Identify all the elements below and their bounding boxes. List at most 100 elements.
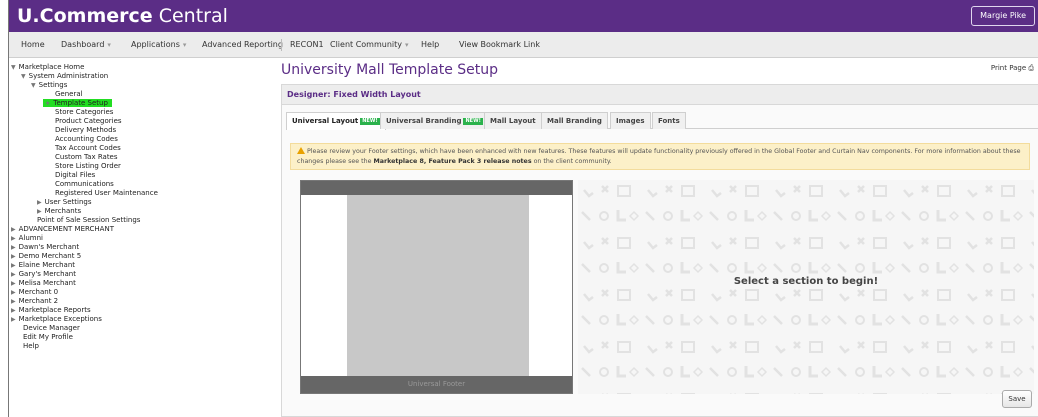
tree-label: Point of Sale Session Settings <box>37 216 141 224</box>
tree-item-merchant-0[interactable]: ▶ Merchant 0 <box>11 288 58 297</box>
tree-item-merchants[interactable]: ▶ Merchants <box>37 207 81 216</box>
tree-item-system-administration[interactable]: ▼ System Administration <box>21 72 108 81</box>
tree-item-communications[interactable]: Communications <box>55 180 114 189</box>
expand-arrow-icon[interactable]: ▶ <box>11 226 16 233</box>
main-nav: Home Dashboard ▾ Applications ▾ Advanced R… <box>9 32 1038 58</box>
tree-item-edit-my-profile[interactable]: Edit My Profile <box>23 333 73 342</box>
expand-arrow-icon[interactable]: ▶ <box>11 244 16 251</box>
warning-icon <box>297 147 305 154</box>
tree-item-accounting-codes[interactable]: Accounting Codes <box>55 135 118 144</box>
tab-universal-layout[interactable]: Universal Layout NEW! <box>286 112 386 130</box>
nav-view-bookmark-link[interactable]: View Bookmark Link <box>459 32 540 58</box>
tree-item-marketplace-exceptions[interactable]: ▶ Marketplace Exceptions <box>11 315 102 324</box>
tree-item-alumni[interactable]: ▶ Alumni <box>11 234 43 243</box>
expand-arrow-icon[interactable]: ▶ <box>11 316 16 323</box>
expand-arrow-icon[interactable]: ▶ <box>11 307 16 314</box>
save-button[interactable]: Save <box>1002 390 1032 408</box>
tree-item-dawns-merchant[interactable]: ▶ Dawn's Merchant <box>11 243 79 252</box>
nav-dashboard[interactable]: Dashboard ▾ <box>61 32 111 58</box>
tab-mall-branding[interactable]: Mall Branding <box>541 112 608 129</box>
preview-footer-section[interactable]: Universal Footer <box>301 376 572 393</box>
tree-label: Merchants <box>44 207 82 215</box>
section-editor-canvas: Select a section to begin! <box>578 180 1034 394</box>
tree-item-tax-account-codes[interactable]: Tax Account Codes <box>55 144 121 153</box>
tree-item-settings[interactable]: ▼ Settings <box>31 81 67 90</box>
tab-universal-branding[interactable]: Universal Branding NEW! <box>380 112 489 129</box>
nav-divider <box>281 39 282 51</box>
tree-label: Edit My Profile <box>23 333 73 341</box>
tree-item-marketplace-reports[interactable]: ▶ Marketplace Reports <box>11 306 91 315</box>
icon-pattern-background <box>578 180 1034 394</box>
tree-label: Product Categories <box>55 117 122 125</box>
tree-item-registered-user-maintenance[interactable]: Registered User Maintenance <box>55 189 158 198</box>
chevron-down-icon: ▾ <box>405 41 409 49</box>
tree-item-help[interactable]: Help <box>23 342 39 351</box>
release-notes-link[interactable]: Marketplace 8, Feature Pack 3 release no… <box>373 158 531 165</box>
tree-item-custom-tax-rates[interactable]: Custom Tax Rates <box>55 153 118 162</box>
nav-recon1[interactable]: RECON1 <box>290 32 324 58</box>
tab-images[interactable]: Images <box>610 112 651 129</box>
expand-arrow-icon[interactable]: ▶ <box>11 280 16 287</box>
nav-client-community[interactable]: Client Community ▾ <box>330 32 409 58</box>
brand-logo[interactable]: U.Commerce Central <box>17 3 228 29</box>
tree-item-advancement-merchant[interactable]: ▶ ADVANCEMENT MERCHANT <box>11 225 114 234</box>
expand-arrow-icon[interactable]: ▶ <box>37 199 42 206</box>
tree-item-general[interactable]: General <box>55 90 83 99</box>
tree-item-store-categories[interactable]: Store Categories <box>55 108 113 117</box>
tree-item-store-listing-order[interactable]: Store Listing Order <box>55 162 121 171</box>
preview-header-section[interactable] <box>301 181 572 195</box>
tree-item-user-settings[interactable]: ▶ User Settings <box>37 198 92 207</box>
nav-label: Applications <box>131 40 180 49</box>
nav-label: View Bookmark Link <box>459 40 540 49</box>
nav-advanced-reporting[interactable]: Advanced Reporting <box>202 32 283 58</box>
tree-item-garys-merchant[interactable]: ▶ Gary's Merchant <box>11 270 76 279</box>
preview-body-section[interactable] <box>347 195 529 378</box>
tree-item-delivery-methods[interactable]: Delivery Methods <box>55 126 116 135</box>
tree-item-elaine-merchant[interactable]: ▶ Elaine Merchant <box>11 261 75 270</box>
tree-label: Elaine Merchant <box>18 261 76 269</box>
print-page-link[interactable]: Print Page ⎙ <box>991 64 1034 73</box>
nav-applications[interactable]: Applications ▾ <box>131 32 186 58</box>
expand-arrow-icon[interactable]: ▶ <box>11 262 16 269</box>
tree-item-template-setup[interactable]: ★ Template Setup <box>43 99 112 108</box>
expand-arrow-icon[interactable]: ▶ <box>11 289 16 296</box>
new-badge: NEW! <box>360 118 380 125</box>
current-marker-icon: ★ <box>45 100 51 107</box>
nav-help[interactable]: Help <box>421 32 439 58</box>
tree-label: Marketplace Exceptions <box>18 315 102 323</box>
expand-arrow-icon[interactable]: ▶ <box>37 208 42 215</box>
nav-label: Client Community <box>330 40 403 49</box>
tab-fonts[interactable]: Fonts <box>652 112 686 129</box>
nav-home[interactable]: Home <box>21 32 45 58</box>
designer-panel: Designer: Fixed Width Layout Universal L… <box>281 84 1038 417</box>
expand-arrow-icon[interactable]: ▼ <box>21 73 26 80</box>
nav-label: Home <box>21 40 45 49</box>
print-label: Print Page <box>990 64 1027 72</box>
tree-item-demo-merchant-5[interactable]: ▶ Demo Merchant 5 <box>11 252 81 261</box>
expand-arrow-icon[interactable]: ▶ <box>11 253 16 260</box>
expand-arrow-icon[interactable]: ▶ <box>11 235 16 242</box>
tree-label: Settings <box>38 81 68 89</box>
nav-label: RECON1 <box>290 40 324 49</box>
expand-arrow-icon[interactable]: ▼ <box>11 64 16 71</box>
user-menu-button[interactable]: Margie Pike <box>971 6 1035 26</box>
tree-item-melisa-merchant[interactable]: ▶ Melisa Merchant <box>11 279 76 288</box>
tree-item-device-manager[interactable]: Device Manager <box>23 324 80 333</box>
expand-arrow-icon[interactable]: ▶ <box>11 271 16 278</box>
page-title: University Mall Template Setup <box>281 62 499 78</box>
tree-label: Store Listing Order <box>55 162 121 170</box>
tree-label: Custom Tax Rates <box>55 153 118 161</box>
tree-item-merchant-2[interactable]: ▶ Merchant 2 <box>11 297 58 306</box>
tree-label: ADVANCEMENT MERCHANT <box>18 225 114 233</box>
tree-label: Tax Account Codes <box>55 144 121 152</box>
nav-label: Advanced Reporting <box>202 40 283 49</box>
tree-item-product-categories[interactable]: Product Categories <box>55 117 122 126</box>
tab-mall-layout[interactable]: Mall Layout <box>484 112 542 129</box>
tree-item-pos-session-settings[interactable]: Point of Sale Session Settings <box>37 216 140 225</box>
tree-label: Marketplace Reports <box>18 306 91 314</box>
brand-light: Central <box>152 5 228 27</box>
expand-arrow-icon[interactable]: ▼ <box>31 82 36 89</box>
tree-item-digital-files[interactable]: Digital Files <box>55 171 95 180</box>
expand-arrow-icon[interactable]: ▶ <box>11 298 16 305</box>
tree-item-marketplace-home[interactable]: ▼ Marketplace Home <box>11 63 84 72</box>
